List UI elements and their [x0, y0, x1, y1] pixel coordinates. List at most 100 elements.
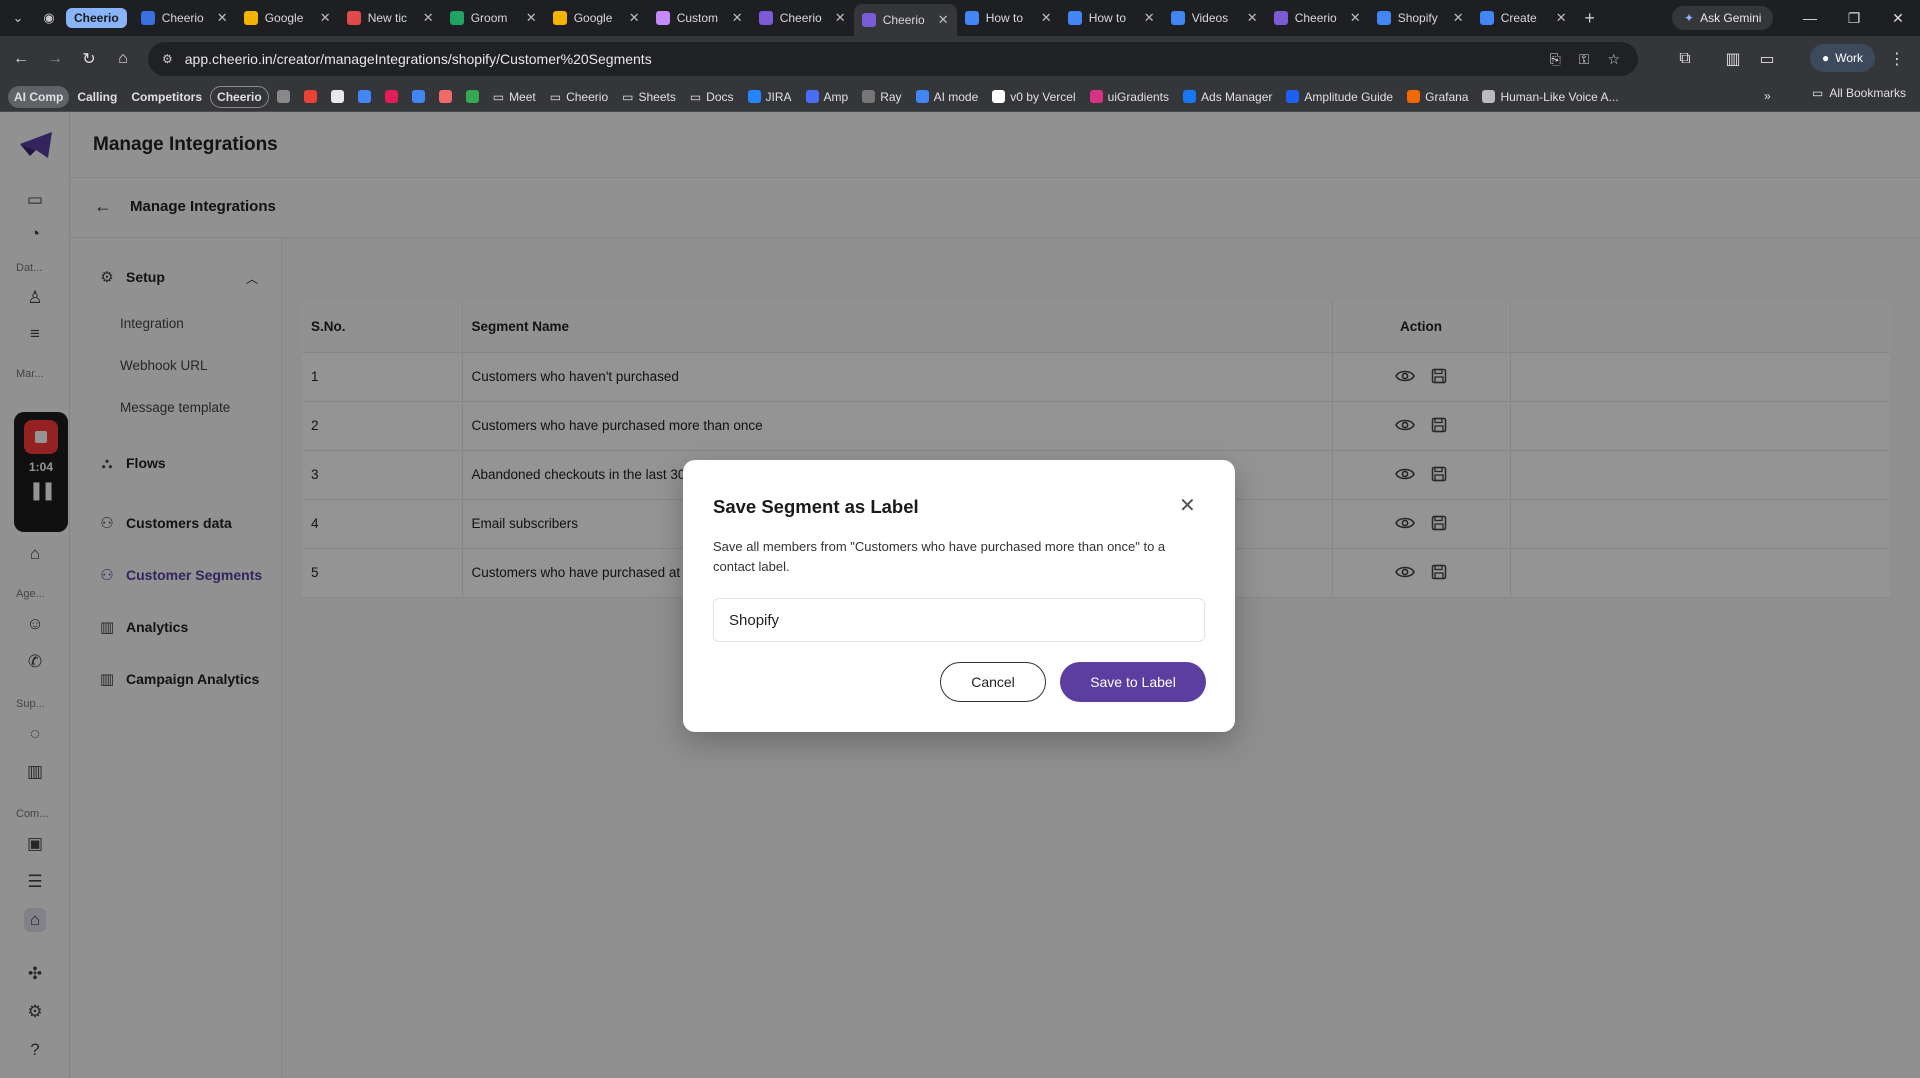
- bookmark-item[interactable]: Human-Like Voice A...: [1476, 86, 1624, 108]
- bookmark-item[interactable]: Amp: [800, 86, 855, 108]
- bookmark-label: Ads Manager: [1201, 89, 1273, 104]
- install-app-icon[interactable]: ⎘: [1550, 51, 1561, 68]
- bookmark-item[interactable]: AI mode: [910, 86, 985, 108]
- bookmark-item[interactable]: Ads Manager: [1177, 86, 1278, 108]
- bookmark-label: Cheerio: [566, 89, 609, 104]
- tab-label: Custom: [676, 11, 719, 25]
- bookmark-label: JIRA: [765, 89, 792, 104]
- profile-button[interactable]: ● Work: [1810, 44, 1876, 72]
- bookmark-item[interactable]: [379, 86, 404, 108]
- bookmark-label: Meet: [509, 89, 536, 104]
- address-bar[interactable]: ⚙ app.cheerio.in/creator/manageIntegrati…: [148, 42, 1638, 76]
- close-window-button[interactable]: ✕: [1876, 0, 1920, 36]
- new-tab-button[interactable]: +: [1575, 8, 1605, 29]
- reload-button[interactable]: ↻: [72, 42, 106, 76]
- more-bookmarks-icon[interactable]: »: [1764, 89, 1771, 103]
- label-name-input[interactable]: [713, 598, 1205, 642]
- bookmark-label: AI mode: [933, 89, 979, 104]
- bookmark-item[interactable]: [460, 86, 485, 108]
- password-key-icon[interactable]: ⚿: [1579, 51, 1590, 68]
- bookmark-item[interactable]: Grafana: [1401, 86, 1474, 108]
- tab-label: New tic: [367, 11, 408, 25]
- all-bookmarks-label: All Bookmarks: [1829, 86, 1906, 100]
- tab-close-icon[interactable]: ✕: [938, 12, 949, 28]
- browser-tab[interactable]: Google ✕: [545, 4, 648, 32]
- bookmark-item[interactable]: ▭ Meet: [487, 86, 542, 108]
- close-icon[interactable]: ✕: [1179, 496, 1196, 516]
- bookmark-label: uiGradients: [1107, 89, 1170, 104]
- extensions-icon[interactable]: ⧉: [1668, 42, 1702, 76]
- browser-tab[interactable]: Groom ✕: [442, 4, 545, 32]
- cancel-button[interactable]: Cancel: [940, 662, 1046, 702]
- bookmark-item[interactable]: Ray: [856, 86, 907, 108]
- browser-tab[interactable]: Cheerio ✕: [133, 4, 236, 32]
- browser-tab[interactable]: Cheerio ✕: [751, 4, 854, 32]
- tab-close-icon[interactable]: ✕: [1144, 10, 1155, 26]
- bookmark-item[interactable]: [298, 86, 323, 108]
- tab-close-icon[interactable]: ✕: [423, 10, 434, 26]
- devices-icon[interactable]: ▭: [1750, 42, 1784, 76]
- tab-close-icon[interactable]: ✕: [1556, 10, 1567, 26]
- bookmark-label: Amplitude Guide: [1304, 89, 1394, 104]
- restore-window-button[interactable]: ❐: [1832, 0, 1876, 36]
- tab-close-icon[interactable]: ✕: [1247, 10, 1258, 26]
- bookmark-item[interactable]: Cheerio: [210, 85, 269, 108]
- bookmark-item[interactable]: Amplitude Guide: [1280, 86, 1399, 108]
- tab-close-icon[interactable]: ✕: [1350, 10, 1361, 26]
- browser-tab[interactable]: Google ✕: [236, 4, 339, 32]
- side-panel-icon[interactable]: ▥: [1716, 42, 1750, 76]
- tab-label: Cheerio: [161, 11, 204, 25]
- modal-description: Save all members from "Customers who hav…: [713, 539, 1166, 574]
- tab-close-icon[interactable]: ✕: [217, 10, 228, 26]
- bookmark-item[interactable]: [271, 86, 296, 108]
- browser-tab[interactable]: Videos ✕: [1163, 4, 1266, 32]
- bookmark-item[interactable]: ▭ Cheerio: [544, 86, 614, 108]
- bookmark-item[interactable]: ▭ Sheets: [616, 86, 682, 108]
- folder-icon: ▭: [622, 89, 634, 104]
- bookmark-item[interactable]: [325, 86, 350, 108]
- bookmark-item[interactable]: Calling: [71, 86, 123, 108]
- tab-close-icon[interactable]: ✕: [320, 10, 331, 26]
- bookmark-item[interactable]: v0 by Vercel: [986, 86, 1081, 108]
- tab-close-icon[interactable]: ✕: [629, 10, 640, 26]
- bookmark-star-icon[interactable]: ☆: [1607, 51, 1620, 68]
- bookmark-item[interactable]: AI Comp: [8, 85, 70, 108]
- home-button[interactable]: ⌂: [106, 42, 140, 76]
- minimize-window-button[interactable]: —: [1788, 0, 1832, 36]
- site-info-icon[interactable]: ⚙: [162, 52, 173, 66]
- bookmark-item[interactable]: Competitors: [125, 86, 208, 108]
- browser-tab[interactable]: Shopify ✕: [1369, 4, 1472, 32]
- browser-tab[interactable]: New tic ✕: [339, 4, 442, 32]
- bookmark-item[interactable]: ▭ Docs: [684, 86, 740, 108]
- bookmark-favicon-icon: [992, 90, 1006, 103]
- tab-label: Cheerio: [779, 11, 822, 25]
- bookmark-favicon-icon: [805, 90, 819, 103]
- browser-tab[interactable]: Create ✕: [1472, 4, 1575, 32]
- tab-favicon-icon: [655, 11, 670, 25]
- tab-close-icon[interactable]: ✕: [732, 10, 743, 26]
- bookmarks-bar: AI Comp Calling Competitors Cheerio ▭ Meet ▭ Ch…: [0, 82, 1920, 112]
- browser-tab[interactable]: How to ✕: [1060, 4, 1163, 32]
- tab-close-icon[interactable]: ✕: [1041, 10, 1052, 26]
- bookmark-item[interactable]: [352, 86, 377, 108]
- back-button[interactable]: ←: [4, 42, 38, 76]
- bookmark-item[interactable]: [433, 86, 458, 108]
- forward-button[interactable]: →: [38, 42, 72, 76]
- tab-group-label[interactable]: Cheerio: [66, 8, 127, 28]
- bookmark-item[interactable]: uiGradients: [1084, 86, 1175, 108]
- browser-tab[interactable]: Cheerio ✕: [1266, 4, 1369, 32]
- bookmark-label: Sheets: [638, 89, 676, 104]
- tab-search-icon[interactable]: ⌄: [0, 0, 36, 36]
- tab-close-icon[interactable]: ✕: [526, 10, 537, 26]
- ask-gemini-button[interactable]: ✦ Ask Gemini: [1672, 6, 1774, 30]
- browser-tab[interactable]: Custom ✕: [648, 4, 751, 32]
- all-bookmarks-button[interactable]: ▭ All Bookmarks: [1812, 86, 1906, 100]
- bookmark-item[interactable]: [406, 86, 431, 108]
- browser-tab[interactable]: How to ✕: [957, 4, 1060, 32]
- bookmark-item[interactable]: JIRA: [742, 86, 798, 108]
- save-to-label-button[interactable]: Save to Label: [1060, 662, 1206, 702]
- browser-menu-icon[interactable]: ⋮: [1880, 42, 1914, 76]
- tab-close-icon[interactable]: ✕: [835, 10, 846, 26]
- tab-close-icon[interactable]: ✕: [1453, 10, 1464, 26]
- browser-tab[interactable]: Cheerio ✕: [853, 4, 957, 36]
